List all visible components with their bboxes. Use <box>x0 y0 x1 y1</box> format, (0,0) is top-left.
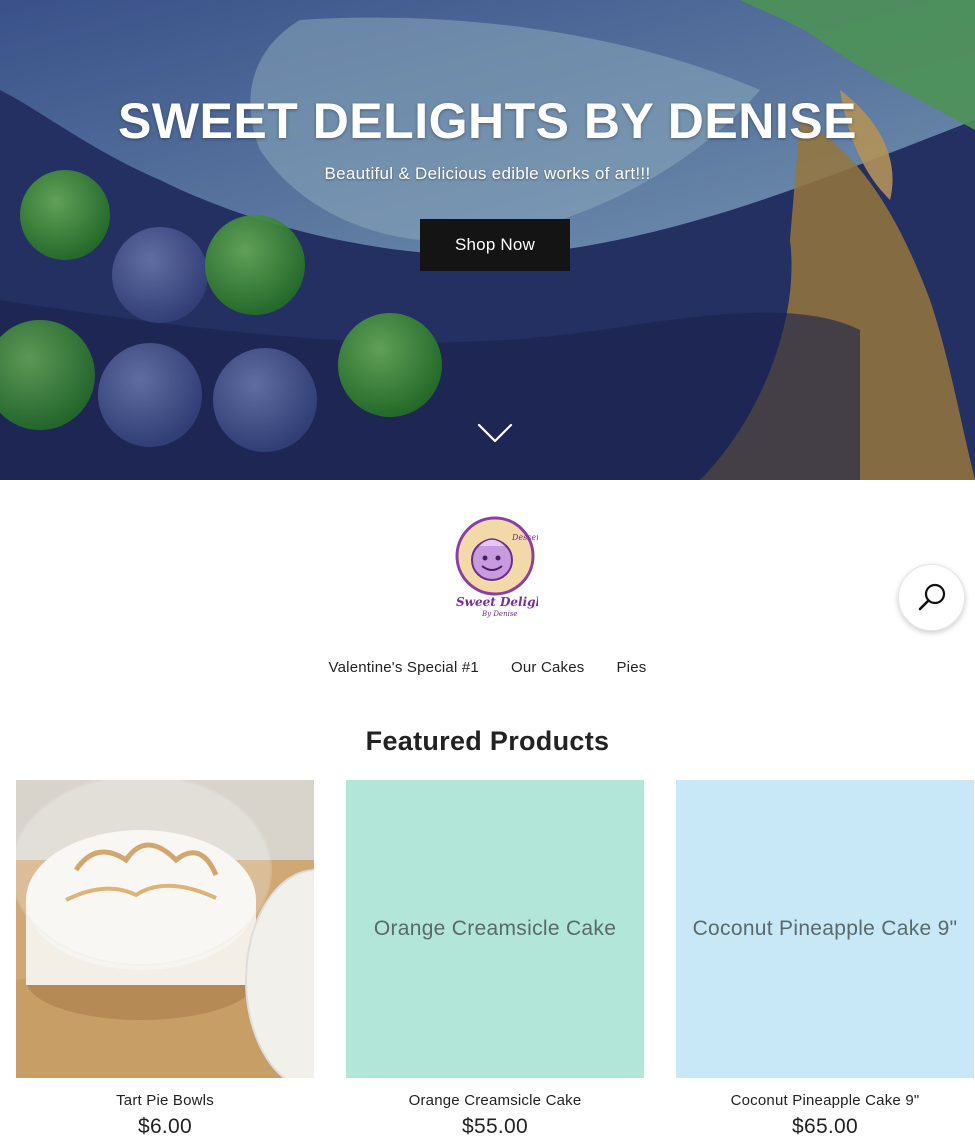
svg-text:Dessert: Dessert <box>511 533 538 542</box>
nav-item-valentines-special[interactable]: Valentine's Special #1 <box>329 659 479 676</box>
category-nav: Valentine's Special #1 Our Cakes Pies <box>0 659 975 676</box>
search-button[interactable] <box>898 564 965 631</box>
product-name[interactable]: Orange Creamsicle Cake <box>346 1092 644 1109</box>
tart-pie-photo <box>16 780 314 1078</box>
product-name[interactable]: Tart Pie Bowls <box>16 1092 314 1109</box>
product-image-orange-creamsicle-cake[interactable]: Orange Creamsicle Cake <box>346 780 644 1078</box>
nav-item-pies[interactable]: Pies <box>616 659 646 676</box>
svg-text:By Denise: By Denise <box>481 610 518 618</box>
hero-title: SWEET DELIGHTS BY DENISE <box>118 93 857 149</box>
svg-text:Sweet Delights: Sweet Delights <box>456 595 538 609</box>
product-name[interactable]: Coconut Pineapple Cake 9" <box>676 1092 974 1109</box>
store-logo[interactable]: Dessert Sweet Delights By Denise <box>452 514 538 620</box>
product-price: $55.00 <box>461 1115 529 1138</box>
product-price: $6.00 <box>137 1115 193 1138</box>
product-image-tart-pie-bowls[interactable] <box>16 780 314 1078</box>
search-icon <box>918 583 945 610</box>
hero-banner: SWEET DELIGHTS BY DENISE Beautiful & Del… <box>0 0 975 480</box>
product-card[interactable]: Orange Creamsicle Cake Orange Creamsicle… <box>346 780 644 1139</box>
product-card[interactable]: Coconut Pineapple Cake 9" Coconut Pineap… <box>676 780 974 1139</box>
hero-subtitle: Beautiful & Delicious edible works of ar… <box>324 164 651 183</box>
product-placeholder-text: Coconut Pineapple Cake 9" <box>692 916 958 940</box>
product-image-coconut-pineapple-cake[interactable]: Coconut Pineapple Cake 9" <box>676 780 974 1078</box>
nav-item-our-cakes[interactable]: Our Cakes <box>511 659 585 676</box>
product-placeholder-text: Orange Creamsicle Cake <box>373 916 617 940</box>
featured-products-title: Featured Products <box>365 726 610 756</box>
product-price: $65.00 <box>791 1115 859 1138</box>
product-card[interactable]: Tart Pie Bowls $6.00 <box>16 780 314 1139</box>
chevron-down-icon[interactable] <box>477 422 513 444</box>
shop-now-button[interactable]: Shop Now <box>420 219 570 271</box>
